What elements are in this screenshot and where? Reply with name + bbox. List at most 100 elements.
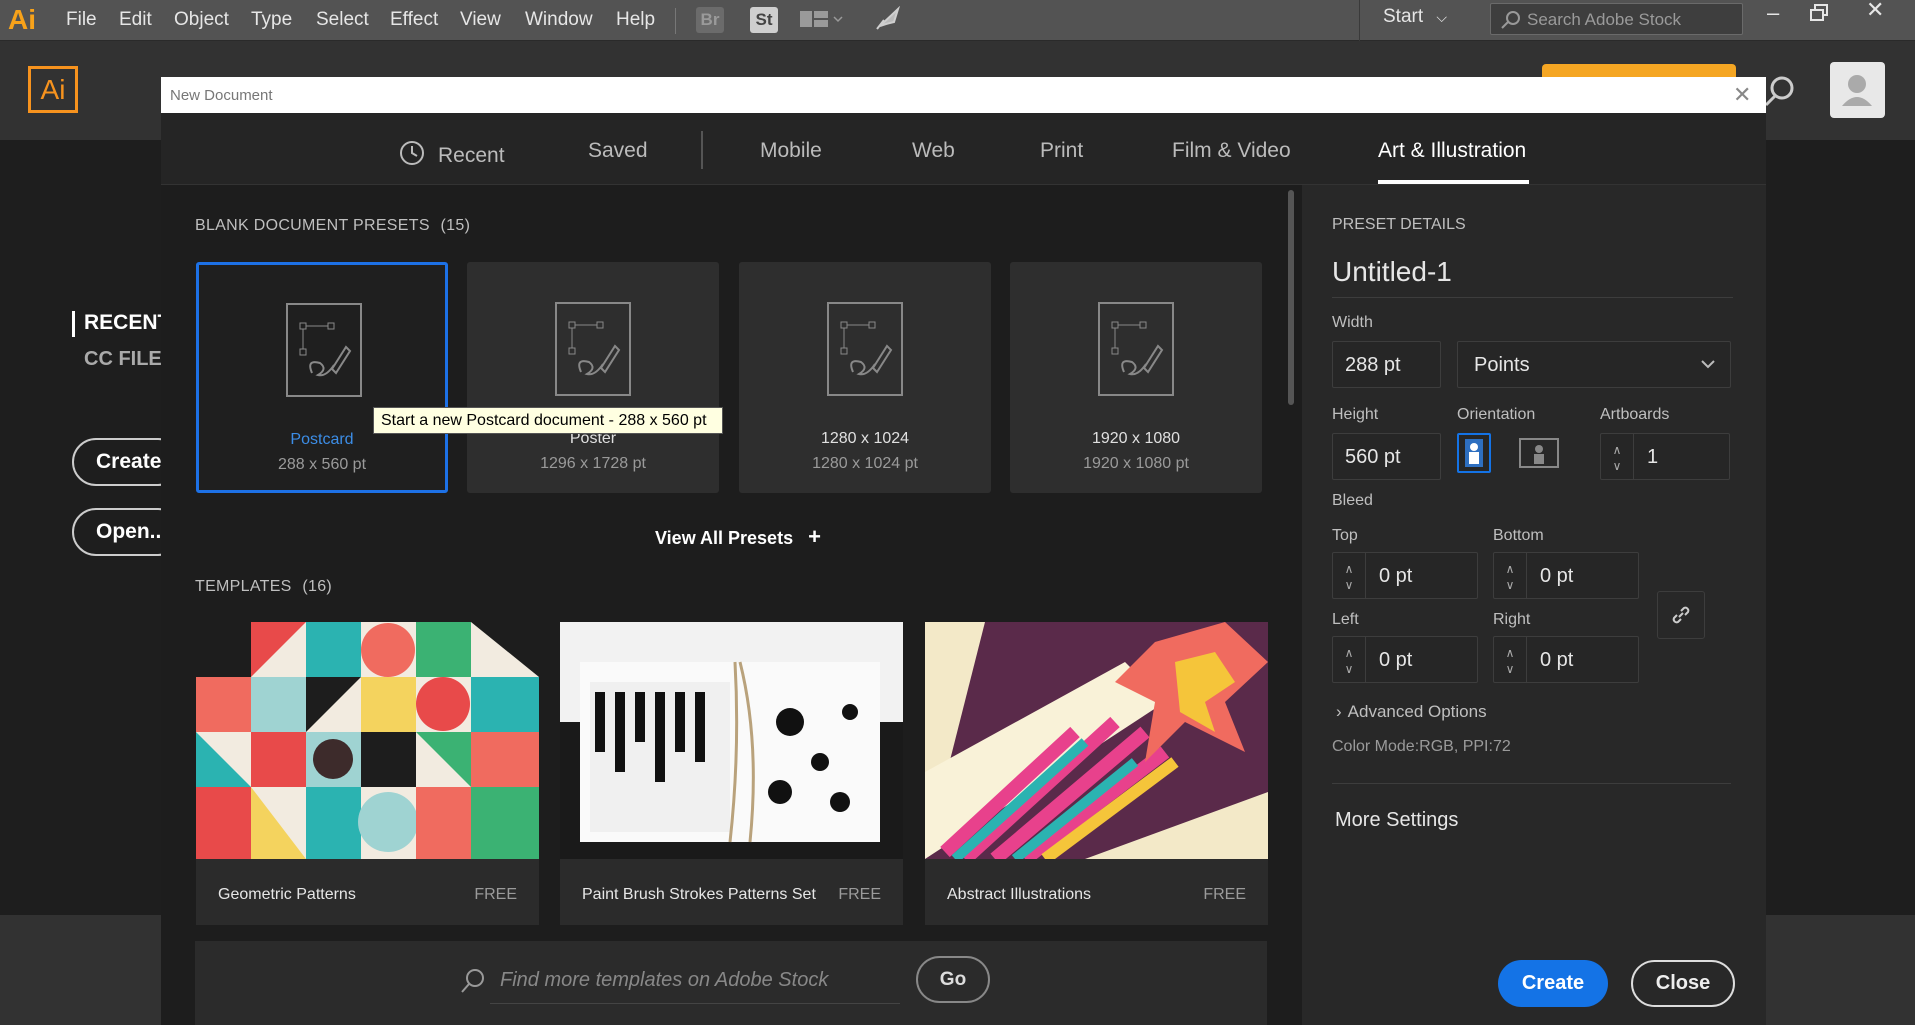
menu-window[interactable]: Window [525, 9, 593, 31]
document-name-input[interactable]: Untitled-1 [1332, 256, 1733, 298]
close-button[interactable]: Close [1631, 960, 1735, 1007]
advanced-options-toggle[interactable]: › Advanced Options [1336, 702, 1487, 722]
search-icon [1501, 11, 1520, 29]
templates-heading-text: TEMPLATES [195, 578, 292, 595]
document-preset-icon [286, 303, 362, 397]
search-icon[interactable] [1762, 74, 1796, 108]
clock-icon [400, 141, 424, 165]
home-recent-link[interactable]: RECENT [84, 311, 170, 335]
stock-search-placeholder: Search Adobe Stock [1527, 10, 1682, 29]
artboards-label: Artboards [1600, 406, 1670, 423]
template-price: FREE [838, 886, 881, 903]
template-price: FREE [1203, 886, 1246, 903]
bleed-right-input[interactable]: ∧ ∨ 0 pt [1493, 636, 1639, 683]
arrange-documents-icon[interactable] [800, 9, 844, 36]
bleed-bottom-label: Bottom [1493, 527, 1544, 544]
close-icon[interactable]: ✕ [1733, 82, 1751, 108]
link-bleed-button[interactable] [1657, 591, 1705, 639]
chevron-down-icon [1701, 360, 1715, 369]
height-input[interactable]: 560 pt [1332, 433, 1441, 480]
template-thumbnail [196, 622, 539, 859]
stock-search-input[interactable]: Search Adobe Stock [1490, 3, 1743, 35]
artboards-stepper[interactable]: ∧ ∨ [1601, 434, 1633, 481]
bleed-bottom-stepper[interactable]: ∧ ∨ [1494, 553, 1526, 600]
preset-card[interactable]: 1920 x 1080 1920 x 1080 pt [1010, 262, 1262, 493]
bleed-right-value: 0 pt [1540, 649, 1574, 671]
menu-select[interactable]: Select [316, 9, 369, 31]
preset-name: 1280 x 1024 [820, 430, 910, 447]
gpu-performance-icon[interactable] [874, 5, 902, 37]
bleed-left-value: 0 pt [1379, 649, 1413, 671]
menu-bar: Ai File Edit Object Type Select Effect V… [0, 0, 1915, 41]
preset-size: 1280 x 1024 pt [812, 455, 918, 472]
menu-file[interactable]: File [66, 9, 97, 31]
landscape-orientation-button[interactable] [1518, 433, 1560, 473]
bleed-right-stepper[interactable]: ∧ ∨ [1494, 637, 1526, 684]
tab-film-video[interactable]: Film & Video [1172, 139, 1291, 163]
bleed-left-input[interactable]: ∧ ∨ 0 pt [1332, 636, 1478, 683]
template-card[interactable]: Abstract Illustrations FREE [925, 622, 1268, 925]
more-settings-button[interactable]: More Settings [1335, 809, 1458, 832]
bleed-top-input[interactable]: ∧ ∨ 0 pt [1332, 552, 1478, 599]
preset-card[interactable]: Postcard 288 x 560 pt [196, 262, 448, 493]
home-app-logo: Ai [28, 66, 78, 113]
menu-object[interactable]: Object [174, 9, 229, 31]
template-thumbnail [925, 622, 1268, 859]
tab-art-illustration[interactable]: Art & Illustration [1378, 139, 1526, 163]
advanced-options-label: Advanced Options [1347, 702, 1487, 721]
view-all-label: View All Presets [655, 528, 794, 548]
document-preset-icon [827, 302, 903, 396]
preset-name: 1920 x 1080 [1091, 430, 1181, 447]
stepper-divider [1365, 553, 1366, 598]
go-button[interactable]: Go [916, 956, 990, 1003]
bleed-label: Bleed [1332, 492, 1373, 509]
create-button[interactable]: Create [1498, 960, 1608, 1007]
preset-size: 1296 x 1728 pt [540, 455, 646, 472]
portrait-orientation-button[interactable] [1457, 433, 1491, 473]
menu-type[interactable]: Type [251, 9, 292, 31]
tab-web[interactable]: Web [912, 139, 955, 163]
width-label: Width [1332, 314, 1373, 331]
avatar[interactable] [1830, 62, 1885, 118]
tab-recent[interactable]: Recent [398, 139, 505, 168]
menu-effect[interactable]: Effect [390, 9, 438, 31]
template-name: Abstract Illustrations [947, 886, 1092, 903]
menu-divider [1359, 0, 1360, 41]
active-tab-indicator [1378, 180, 1529, 184]
units-select[interactable]: Points [1457, 341, 1731, 388]
bleed-left-stepper[interactable]: ∧ ∨ [1333, 637, 1365, 684]
tooltip: Start a new Postcard document - 288 x 56… [373, 407, 723, 434]
tab-print[interactable]: Print [1040, 139, 1083, 163]
width-input[interactable]: 288 pt [1332, 341, 1441, 388]
scrollbar[interactable] [1288, 190, 1294, 405]
tab-mobile[interactable]: Mobile [760, 139, 822, 163]
minimize-icon[interactable]: – [1767, 0, 1779, 26]
template-search-input[interactable]: Find more templates on Adobe Stock [490, 964, 900, 1004]
units-value: Points [1474, 354, 1530, 376]
preset-card[interactable]: 1280 x 1024 1280 x 1024 pt [739, 262, 991, 493]
templates-count: (16) [302, 578, 333, 595]
bleed-top-stepper[interactable]: ∧ ∨ [1333, 553, 1365, 600]
template-card[interactable]: Geometric Patterns FREE [196, 622, 539, 925]
stepper-divider [1365, 637, 1366, 682]
presets-heading-text: BLANK DOCUMENT PRESETS [195, 217, 430, 234]
workspace-switcher[interactable]: Start ⌵ [1383, 6, 1447, 28]
chevron-down-icon: ⌵ [1436, 9, 1448, 25]
artboards-input[interactable]: ∧ ∨ 1 [1600, 433, 1730, 480]
stock-button[interactable]: St [750, 7, 778, 33]
templates-heading: TEMPLATES (16) [195, 578, 332, 596]
menu-edit[interactable]: Edit [119, 9, 152, 31]
tab-saved[interactable]: Saved [588, 139, 648, 163]
menu-view[interactable]: View [460, 9, 501, 31]
menu-help[interactable]: Help [616, 9, 655, 31]
app-logo: Ai [8, 4, 36, 35]
template-thumbnail [560, 622, 903, 859]
preset-card[interactable]: Poster 1296 x 1728 pt [467, 262, 719, 493]
close-window-icon[interactable]: ✕ [1866, 0, 1884, 23]
template-price: FREE [474, 886, 517, 903]
bridge-button[interactable]: Br [696, 7, 724, 33]
restore-icon[interactable] [1810, 4, 1830, 27]
template-card[interactable]: Paint Brush Strokes Patterns Set FREE [560, 622, 903, 925]
view-all-presets-button[interactable]: View All Presets + [655, 524, 821, 550]
bleed-bottom-input[interactable]: ∧ ∨ 0 pt [1493, 552, 1639, 599]
